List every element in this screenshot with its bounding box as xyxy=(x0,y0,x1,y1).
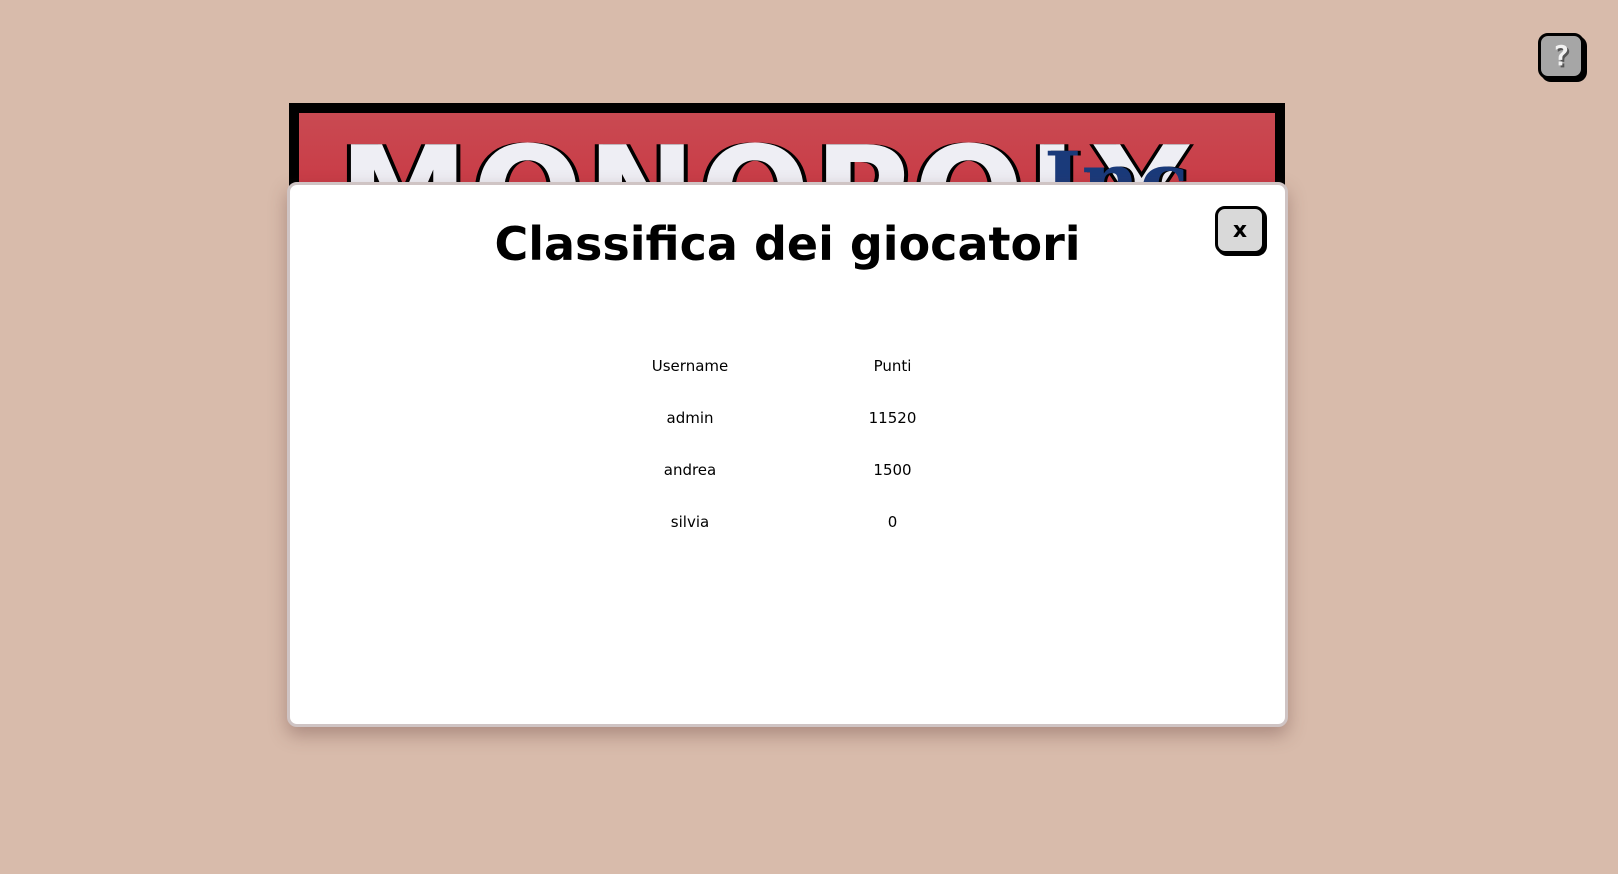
question-mark-icon: ? xyxy=(1552,39,1570,72)
table-row: andrea 1500 xyxy=(590,444,995,496)
column-header-username: Username xyxy=(651,357,729,375)
points-cell: 11520 xyxy=(868,409,917,427)
table-row: silvia 0 xyxy=(590,496,995,548)
close-button[interactable]: x xyxy=(1215,206,1265,254)
points-cell: 1500 xyxy=(873,461,912,479)
logo-background: MONOPOLY Inc xyxy=(299,113,1275,193)
leaderboard-table: Username Punti admin 11520 andrea 1500 s… xyxy=(590,340,995,548)
table-row: admin 11520 xyxy=(590,392,995,444)
points-cell: 0 xyxy=(887,513,898,531)
username-cell: admin xyxy=(666,409,714,427)
username-cell: silvia xyxy=(670,513,710,531)
column-header-points: Punti xyxy=(873,357,912,375)
table-header-row: Username Punti xyxy=(590,340,995,392)
username-cell: andrea xyxy=(663,461,717,479)
logo-banner: MONOPOLY Inc xyxy=(289,103,1285,193)
leaderboard-modal: Classifica dei giocatori x Username Punt… xyxy=(287,182,1288,727)
help-button[interactable]: ? xyxy=(1538,33,1584,79)
modal-title: Classifica dei giocatori xyxy=(494,217,1081,271)
